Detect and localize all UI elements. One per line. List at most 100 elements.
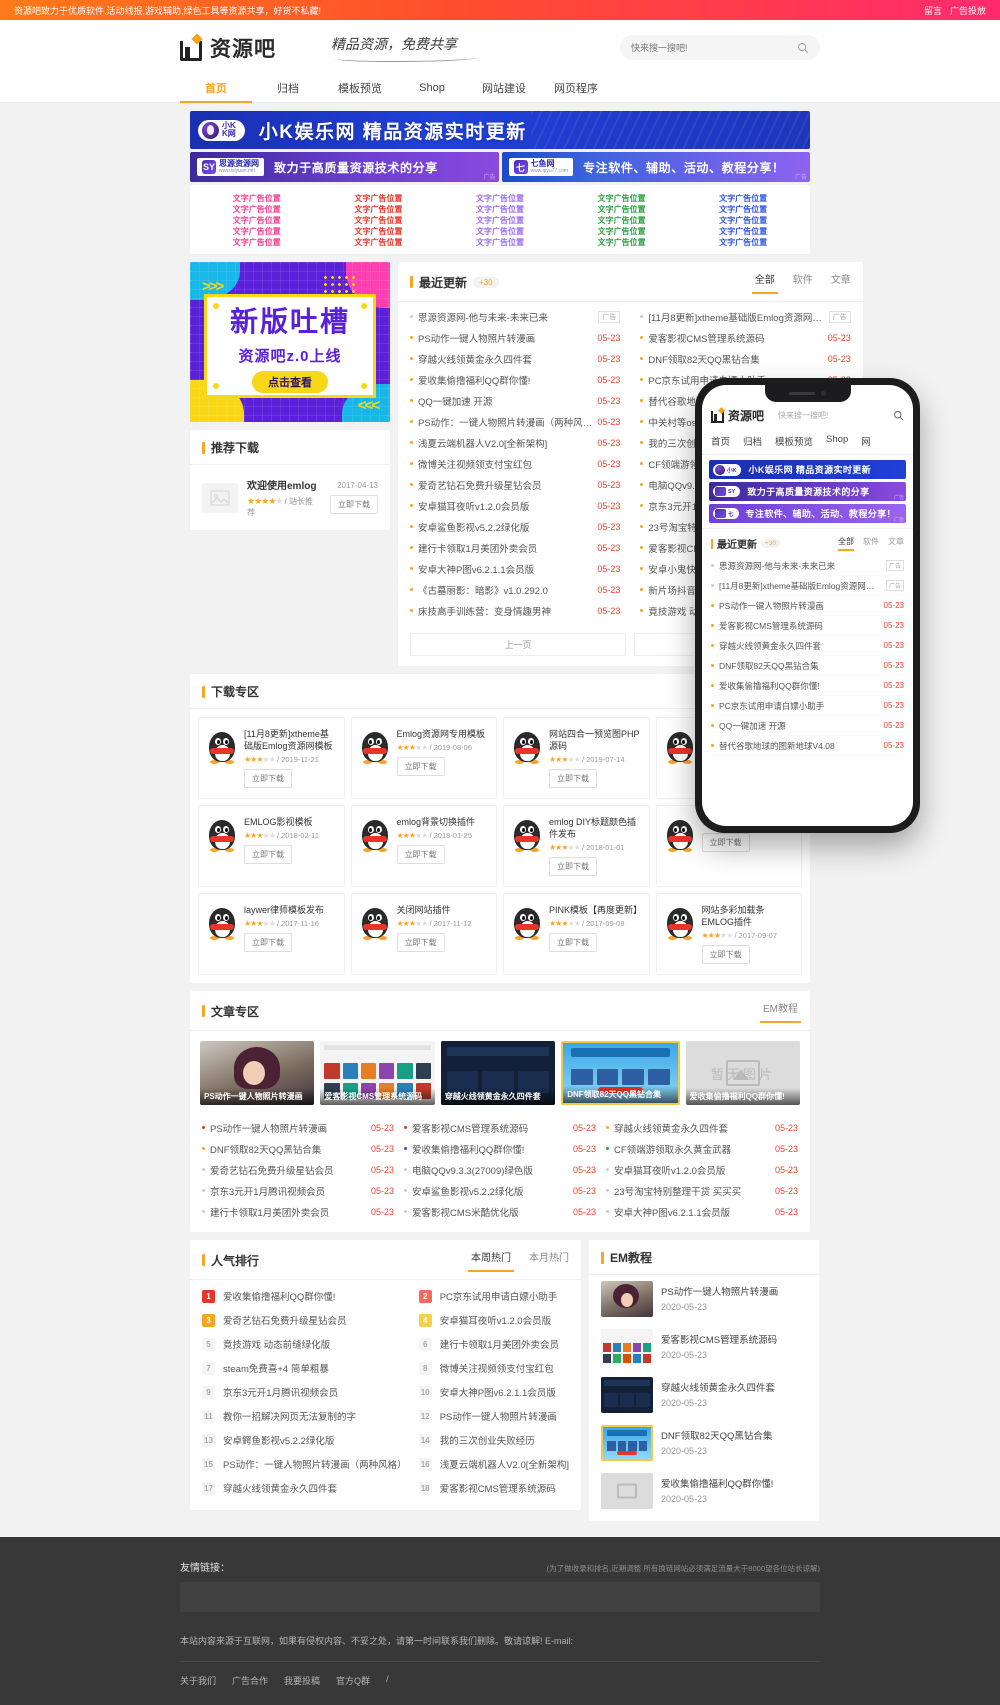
text-ad-link[interactable]: 文字广告位置	[196, 226, 318, 237]
ranking-list-item[interactable]: 4 安卓猫耳夜听v1.2.0会员版	[418, 1308, 569, 1332]
phone-list-item[interactable]: QQ一键加速 开源 05-23	[711, 716, 904, 736]
footer-link-ad-coop[interactable]: 广告合作	[232, 1674, 268, 1687]
update-list-item[interactable]: 安卓猫耳夜听v1.2.0会员版 05-23	[410, 495, 620, 516]
update-item-title[interactable]: QQ一键加速 开源	[418, 394, 592, 408]
text-ad-link[interactable]: 文字广告位置	[196, 215, 318, 226]
update-item-title[interactable]: 京东3元开1月腾讯视频会员	[210, 1184, 366, 1198]
ranking-list-item[interactable]: 7 steam免费喜+4 简单粗暴	[202, 1356, 407, 1380]
update-item-title[interactable]: 安卓大神P图v6.2.1.1会员版	[614, 1205, 770, 1219]
update-item-title[interactable]: 穿越火线领黄金永久四件套	[614, 1121, 770, 1135]
text-ad-link[interactable]: 文字广告位置	[682, 237, 804, 248]
phone-ad-banner[interactable]: 七 专注软件、辅助、活动、教程分享！ 广告	[709, 504, 906, 523]
recommend-download-button[interactable]: 立即下载	[330, 495, 378, 514]
nav-item-shop[interactable]: Shop	[396, 75, 468, 103]
em-tutorial-item[interactable]: DNF领取82天QQ黑钻合集 2020-05-23	[589, 1419, 819, 1467]
download-now-button[interactable]: 立即下载	[244, 769, 292, 788]
ranking-list-item[interactable]: 17 穿越火线领黄金永久四件套	[202, 1476, 407, 1500]
update-item-title[interactable]: 微博关注视频领支付宝红包	[418, 457, 592, 471]
ranking-list-item[interactable]: 12 PS动作一键人物照片转漫画	[418, 1404, 569, 1428]
update-item-title[interactable]: 23号淘宝特别整理干货 买买买	[614, 1184, 770, 1198]
update-list-item[interactable]: 电脑QQv9.3.3(27009)绿色版 05-23	[404, 1159, 596, 1180]
update-item-title[interactable]: 浅夏云端机器人V2.0[全新架构]	[418, 436, 592, 450]
update-item-title[interactable]: DNF领取82天QQ黑钻合集	[648, 352, 822, 366]
phone-list-title[interactable]: 替代谷歌地球的图新地球V4.08	[719, 740, 879, 752]
update-list-item[interactable]: 安卓鲨鱼影视v5.2.2绿化版 05-23	[404, 1180, 596, 1201]
update-item-title[interactable]: 爱客影视CMS管理系统源码	[412, 1121, 568, 1135]
text-ad-link[interactable]: 文字广告位置	[318, 226, 440, 237]
ranking-list-item[interactable]: 16 浅夏云端机器人V2.0[全新架构]	[418, 1452, 569, 1476]
text-ad-link[interactable]: 文字广告位置	[682, 226, 804, 237]
phone-list-title[interactable]: PS动作一键人物照片转漫画	[719, 600, 879, 612]
update-item-title[interactable]: 爱收集偷撸福利QQ群你懂!	[418, 373, 592, 387]
ranking-item-title[interactable]: 爱收集偷撸福利QQ群你懂!	[223, 1289, 335, 1303]
ranking-list-item[interactable]: 1 爱收集偷撸福利QQ群你懂!	[202, 1284, 407, 1308]
ranking-list-item[interactable]: 18 爱客影视CMS管理系统源码	[418, 1476, 569, 1500]
update-list-item[interactable]: 安卓大神P图v6.2.1.1会员版 05-23	[606, 1201, 798, 1222]
phone-list-title[interactable]: 思源资源网-他与未来-未来已来	[719, 560, 881, 572]
search-icon[interactable]	[797, 42, 809, 54]
footer-link-submit[interactable]: 我要投稿	[284, 1674, 320, 1687]
text-ad-link[interactable]: 文字广告位置	[318, 215, 440, 226]
update-list-item[interactable]: 安卓大神P图v6.2.1.1会员版 05-23	[410, 558, 620, 579]
phone-ad-banner[interactable]: 小K 小K娱乐网 精品资源实时更新	[709, 460, 906, 479]
article-thumb-card[interactable]: 爱客影视CMS管理系统源码	[320, 1041, 435, 1105]
text-ad-link[interactable]: 文字广告位置	[682, 204, 804, 215]
update-item-title[interactable]: 安卓猫耳夜听v1.2.0会员版	[418, 499, 592, 513]
update-list-item[interactable]: PS动作：一键人物照片转漫画（两种风格） 05-23	[410, 411, 620, 432]
phone-tab-all[interactable]: 全部	[838, 536, 854, 551]
update-item-title[interactable]: 爱收集偷撸福利QQ群你懂!	[412, 1142, 568, 1156]
download-now-button[interactable]: 立即下载	[244, 933, 292, 952]
tab-article[interactable]: 文章	[831, 271, 851, 293]
update-list-item[interactable]: 微博关注视频领支付宝红包 05-23	[410, 453, 620, 474]
tab-week-hot[interactable]: 本周热门	[468, 1249, 515, 1272]
update-item-title[interactable]: 床技高手训练营：变身情趣男神	[418, 604, 592, 618]
phone-tab-software[interactable]: 软件	[863, 536, 879, 551]
update-list-item[interactable]: 《古墓丽影：暗影》v1.0.292.0 05-23	[410, 579, 620, 600]
text-ad-link[interactable]: 文字广告位置	[439, 204, 561, 215]
nav-item-web-program[interactable]: 网页程序	[540, 75, 612, 103]
update-list-item[interactable]: 京东3元开1月腾讯视频会员 05-23	[202, 1180, 394, 1201]
ranking-list-item[interactable]: 3 爱奇艺钻石免费升级星钻会员	[202, 1308, 407, 1332]
em-tutorial-item[interactable]: PS动作一键人物照片转漫画 2020-05-23	[589, 1275, 819, 1323]
text-ad-link[interactable]: 文字广告位置	[561, 215, 683, 226]
phone-search-input[interactable]: 快来搜一搜吧!	[770, 410, 887, 421]
update-list-item[interactable]: 浅夏云端机器人V2.0[全新架构] 05-23	[410, 432, 620, 453]
download-now-button[interactable]: 立即下载	[549, 857, 597, 876]
update-list-item[interactable]: 爱奇艺钻石免费升级星钻会员 05-23	[202, 1159, 394, 1180]
text-ad-link[interactable]: 文字广告位置	[561, 237, 683, 248]
download-now-button[interactable]: 立即下载	[549, 769, 597, 788]
phone-list-item[interactable]: PS动作一键人物照片转漫画 05-23	[711, 596, 904, 616]
text-ad-link[interactable]: 文字广告位置	[196, 193, 318, 204]
phone-list-title[interactable]: 爱收集偷撸福利QQ群你懂!	[719, 680, 879, 692]
update-item-title[interactable]: 爱客影视CMS米酷优化版	[412, 1205, 568, 1219]
update-list-item[interactable]: 爱收集偷撸福利QQ群你懂! 05-23	[410, 369, 620, 390]
phone-logo[interactable]: 资源吧	[711, 406, 764, 424]
phone-list-item[interactable]: [11月8更新]xtheme基础版Emlog资源网模板 广告	[711, 576, 904, 596]
update-item-title[interactable]: PS动作一键人物照片转漫画	[418, 331, 592, 345]
text-ad-link[interactable]: 文字广告位置	[439, 215, 561, 226]
phone-nav-item[interactable]: 归档	[743, 430, 762, 454]
text-ad-link[interactable]: 文字广告位置	[682, 215, 804, 226]
update-item-title[interactable]: 穿越火线领黄金永久四件套	[418, 352, 592, 366]
download-card[interactable]: emlog DIY标题颜色插件发布 ★★★★★ / 2018-01-01 立即下载	[503, 805, 650, 887]
update-list-item[interactable]: 床技高手训练营：变身情趣男神 05-23	[410, 600, 620, 621]
ranking-item-title[interactable]: 建行卡领取1月美团外卖会员	[440, 1337, 559, 1351]
footer-link-about[interactable]: 关于我们	[180, 1674, 216, 1687]
nav-item-archive[interactable]: 归档	[252, 75, 324, 103]
update-list-item[interactable]: DNF领取82天QQ黑钻合集 05-23	[202, 1138, 394, 1159]
ranking-item-title[interactable]: PS动作一键人物照片转漫画	[440, 1409, 557, 1423]
update-item-title[interactable]: 爱奇艺钻石免费升级星钻会员	[418, 478, 592, 492]
update-list-item[interactable]: 建行卡领取1月美团外卖会员 05-23	[410, 537, 620, 558]
phone-list-title[interactable]: PC京东试用申请白嫖小助手	[719, 700, 879, 712]
ranking-list-item[interactable]: 10 安卓大神P图v6.2.1.1会员版	[418, 1380, 569, 1404]
phone-list-title[interactable]: [11月8更新]xtheme基础版Emlog资源网模板	[719, 580, 881, 592]
update-list-item[interactable]: [11月8更新]xtheme基础版Emlog资源网模板 广告	[640, 306, 851, 327]
update-list-item[interactable]: 23号淘宝特别整理干货 买买买 05-23	[606, 1180, 798, 1201]
article-thumb-card[interactable]: 穿越火线领黄金永久四件套	[440, 1041, 556, 1105]
download-card[interactable]: EMLOG影视模板 ★★★★★ / 2018-02-11 立即下载	[198, 805, 345, 887]
phone-nav-item[interactable]: 模板预览	[775, 430, 813, 454]
banner-ad-main[interactable]: 小K K网 小K娱乐网 精品资源实时更新	[190, 111, 810, 149]
phone-list-title[interactable]: QQ一键加速 开源	[719, 720, 879, 732]
update-item-title[interactable]: 安卓鲨鱼影视v5.2.2绿化版	[412, 1184, 568, 1198]
update-item-title[interactable]: 建行卡领取1月美团外卖会员	[210, 1205, 366, 1219]
